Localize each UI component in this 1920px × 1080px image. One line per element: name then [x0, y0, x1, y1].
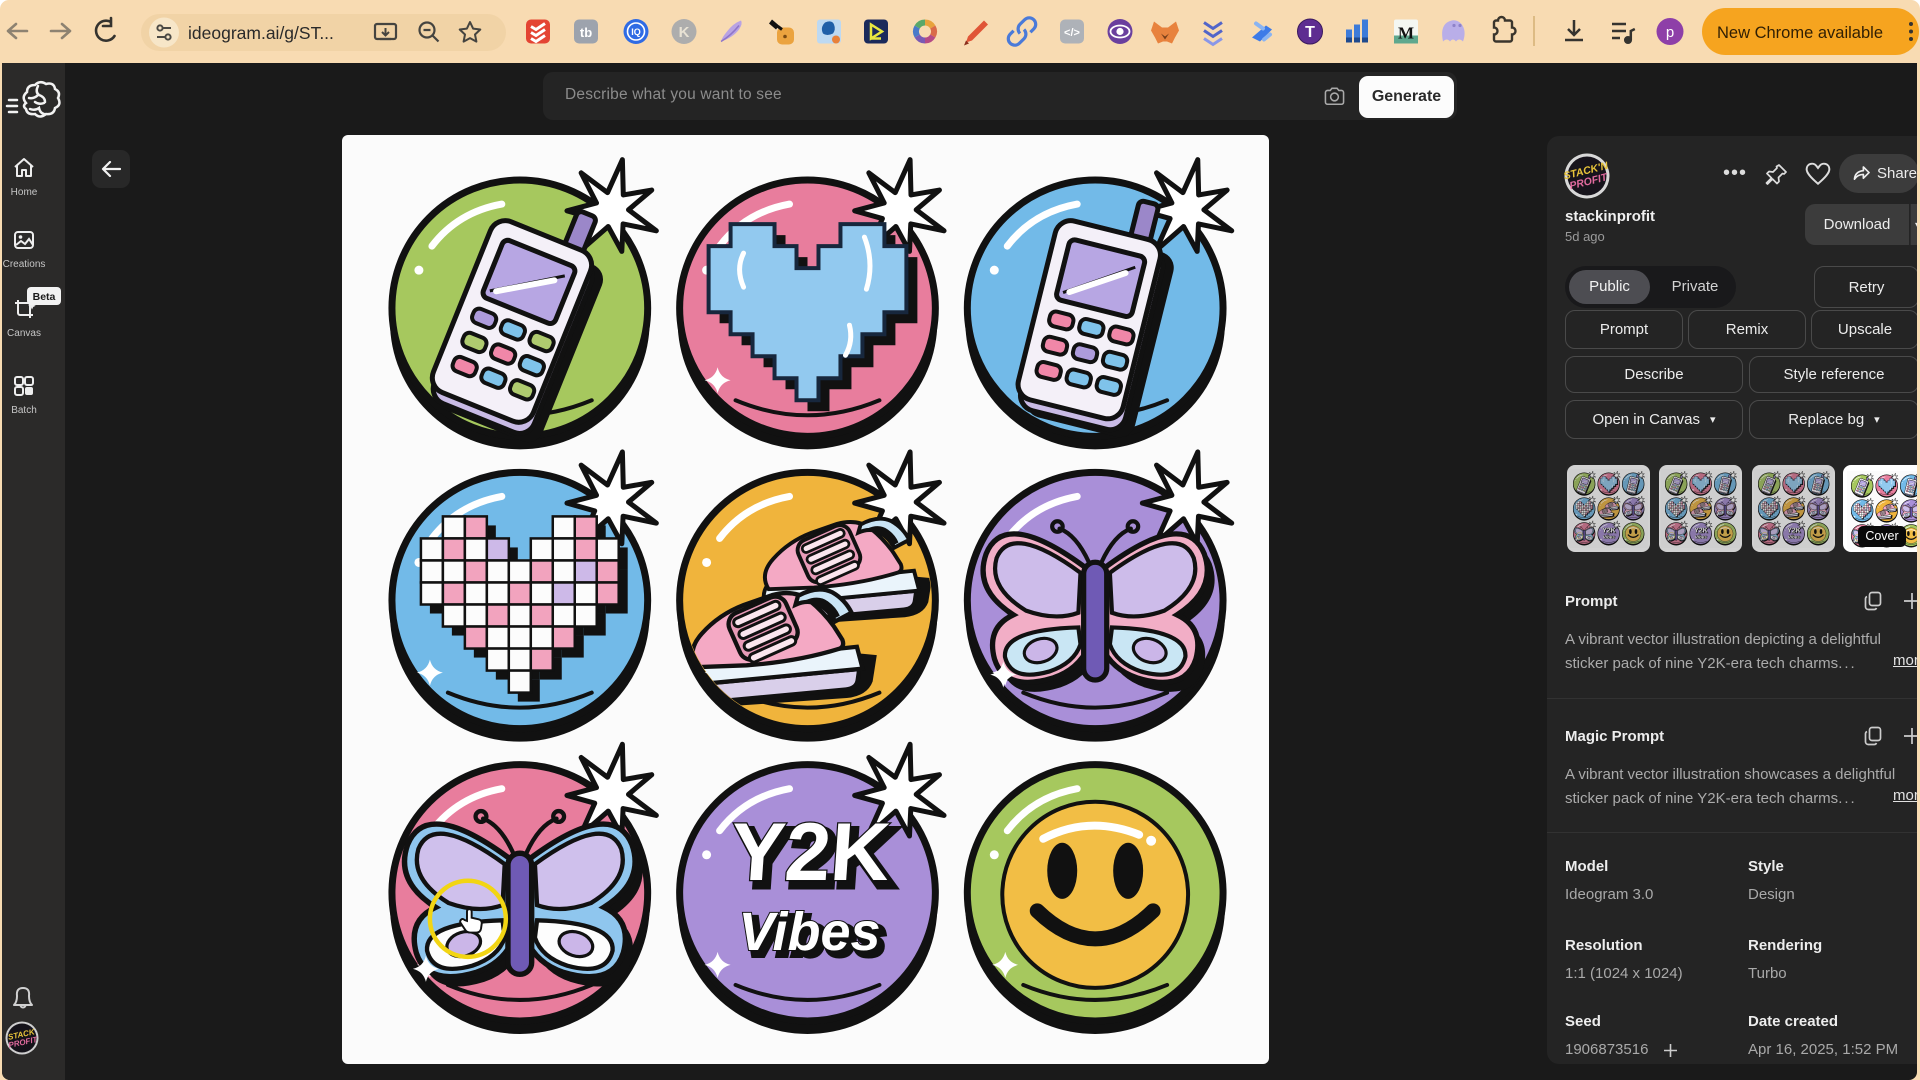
- svg-text:T: T: [1305, 24, 1315, 41]
- svg-text:M: M: [1398, 24, 1414, 43]
- svg-text:Home: Home: [11, 187, 38, 198]
- svg-text:Creations: Creations: [3, 259, 46, 270]
- svg-text:Beta: Beta: [33, 291, 56, 303]
- svg-text:p: p: [1666, 24, 1674, 41]
- svg-text:K: K: [679, 24, 690, 41]
- svg-text:Batch: Batch: [11, 405, 37, 416]
- svg-text:tb: tb: [580, 25, 592, 40]
- svg-text:ideogram.ai/g/ST...: ideogram.ai/g/ST...: [188, 23, 334, 43]
- svg-text:IQ: IQ: [631, 27, 641, 37]
- svg-text:New Chrome available: New Chrome available: [1717, 24, 1883, 42]
- svg-text:Canvas: Canvas: [7, 328, 41, 339]
- svg-text:</>: </>: [1064, 27, 1080, 39]
